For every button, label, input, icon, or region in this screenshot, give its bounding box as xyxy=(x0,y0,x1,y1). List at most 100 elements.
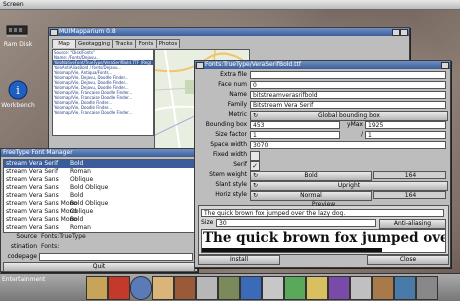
family-label: Family xyxy=(227,101,247,108)
app-icon[interactable] xyxy=(174,276,196,300)
name-field[interactable]: bitstreamverasrifbold xyxy=(250,91,446,99)
mui-window-title: MUIMapparium 0.8 xyxy=(59,28,116,35)
serif-checkbox[interactable]: ✓ xyxy=(250,161,260,171)
app-icon[interactable] xyxy=(152,276,174,300)
app-icon[interactable] xyxy=(218,276,240,300)
metric-cycle[interactable]: ↻ Global bounding box xyxy=(250,111,448,121)
font-family-cell: stream Vera Sans xyxy=(6,224,59,231)
ram-disk-label: Ram Disk xyxy=(3,41,33,48)
close-gadget-icon[interactable] xyxy=(50,29,58,36)
font-manager-window[interactable]: FreeType Font Manager stream Vera Serif B… xyxy=(0,148,198,272)
app-icon[interactable] xyxy=(108,276,130,300)
app-icon[interactable] xyxy=(394,276,416,300)
taskbar: Entertainment xyxy=(0,273,460,301)
table-row[interactable]: stream Vera Sans Bold Oblique xyxy=(4,184,194,192)
font-manager-title-bar[interactable]: FreeType Font Manager xyxy=(1,149,197,157)
anti-aliasing-button[interactable]: Anti-aliasing xyxy=(379,219,446,229)
cycle-icon: ↻ xyxy=(253,182,259,189)
app-icon[interactable] xyxy=(416,276,438,300)
tab-map[interactable]: Map xyxy=(52,39,76,48)
metric-value: Global bounding box xyxy=(318,112,380,119)
zoom-gadget-icon[interactable] xyxy=(400,29,408,36)
svg-text:i: i xyxy=(16,84,20,97)
quit-button[interactable]: Quit xyxy=(3,262,195,272)
install-button[interactable]: Install xyxy=(198,255,280,265)
size-factor-label: Size factor xyxy=(215,131,247,138)
size-factor-field-2[interactable]: 1 xyxy=(365,131,446,139)
space-width-field[interactable]: 3070 xyxy=(250,141,446,149)
font-info-window[interactable]: Fonts:TrueType/VeraSerifBold.ttf Extra f… xyxy=(194,60,451,268)
slant-style-cycle[interactable]: ↻ Upright xyxy=(250,181,448,191)
serif-label: Serif xyxy=(233,161,247,168)
size-field[interactable]: 30 xyxy=(216,219,376,227)
ymax-field[interactable]: 1925 xyxy=(365,121,446,129)
close-button[interactable]: Close xyxy=(367,255,449,265)
mui-list[interactable]: Source: "Disk/Fonts" Name: /Fonts/Dejavu… xyxy=(52,49,154,136)
info-disk-icon: i xyxy=(8,80,28,100)
app-icon[interactable] xyxy=(284,276,306,300)
tab-fonts[interactable]: Fonts xyxy=(135,39,157,48)
font-info-title-bar[interactable]: Fonts:TrueType/VeraSerifBold.ttf xyxy=(195,61,450,69)
table-row[interactable]: stream Vera Sans Mono Oblique xyxy=(4,208,194,216)
globe-icon[interactable] xyxy=(130,276,152,300)
tab-tracks[interactable]: Tracks xyxy=(112,39,136,48)
family-field[interactable]: Bitstream Vera Serif xyxy=(250,101,446,109)
app-icon[interactable] xyxy=(262,276,284,300)
source-value: Fonts:TrueType xyxy=(39,233,189,241)
horiz-style-cycle[interactable]: ↻ Normal xyxy=(250,191,372,201)
destination-value: Fonts: xyxy=(39,243,189,251)
screen-title-bar[interactable]: Screen xyxy=(0,0,460,10)
table-row[interactable]: stream Vera Serif Bold xyxy=(4,160,194,168)
ymin-field[interactable]: 453 xyxy=(250,121,340,129)
ram-disk-icon[interactable]: Ram Disk xyxy=(4,22,32,48)
preview-scrollbar[interactable] xyxy=(202,248,382,252)
font-style-cell: Bold xyxy=(70,216,84,223)
font-style-cell: Bold Oblique xyxy=(70,184,109,191)
app-icon[interactable] xyxy=(196,276,218,300)
font-manager-title: FreeType Font Manager xyxy=(3,149,73,156)
app-icon[interactable] xyxy=(86,276,108,300)
codepage-field[interactable] xyxy=(39,253,193,261)
extra-file-field[interactable] xyxy=(250,71,446,79)
mui-window-title-bar[interactable]: MUIMapparium 0.8 xyxy=(49,28,409,36)
metric-label: Metric xyxy=(228,111,247,118)
stem-weight-cycle[interactable]: ↻ Bold xyxy=(250,171,372,181)
cycle-icon: ↻ xyxy=(253,112,259,119)
face-num-field[interactable]: 0 xyxy=(250,81,446,89)
depth-gadget-icon[interactable] xyxy=(441,62,449,69)
table-row[interactable]: stream Vera Sans Mono Bold xyxy=(4,216,194,224)
face-num-label: Face num xyxy=(218,81,247,88)
table-row[interactable]: stream Vera Sans Mono Bold Oblique xyxy=(4,200,194,208)
app-icon[interactable] xyxy=(350,276,372,300)
source-label: Source xyxy=(16,233,37,240)
size-factor-field[interactable]: 1 xyxy=(250,131,340,139)
table-row[interactable]: stream Vera Serif Roman xyxy=(4,168,194,176)
app-icon[interactable] xyxy=(328,276,350,300)
app-icon[interactable] xyxy=(306,276,328,300)
depth-gadget-icon[interactable] xyxy=(392,29,400,36)
workbench-icon[interactable]: i Workbench xyxy=(1,80,35,110)
horiz-style-number[interactable]: 164 xyxy=(373,191,446,199)
stem-weight-label: Stem weight xyxy=(209,171,247,178)
table-row[interactable]: stream Vera Sans Oblique xyxy=(4,176,194,184)
fixed-width-checkbox[interactable] xyxy=(250,151,260,161)
space-width-label: Space width xyxy=(210,141,247,148)
stem-weight-number[interactable]: 164 xyxy=(373,171,446,179)
tab-photos[interactable]: Photos xyxy=(156,39,180,48)
list-item[interactable]: Yolomap/Vie, Francaise Doodle Finder... xyxy=(53,110,153,115)
size-label: Size xyxy=(201,219,214,226)
close-gadget-icon[interactable] xyxy=(196,62,204,69)
preview-text-field[interactable]: The quick brown fox jumped over the lazy… xyxy=(201,209,444,217)
tab-geotagging[interactable]: Geotagging xyxy=(75,39,113,48)
table-row[interactable]: stream Vera Sans Roman xyxy=(4,224,194,232)
font-style-cell: Bold xyxy=(70,160,84,167)
slant-style-label: Slant style xyxy=(215,181,247,188)
app-icon[interactable] xyxy=(240,276,262,300)
font-list[interactable]: stream Vera Serif Bold stream Vera Serif R… xyxy=(3,159,195,233)
preview-render-area: The quick brown fox jumped over the la xyxy=(201,229,446,253)
font-style-cell: Oblique xyxy=(70,208,94,215)
font-info-title: Fonts:TrueType/VeraSerifBold.ttf xyxy=(205,61,301,68)
font-family-cell: stream Vera Serif xyxy=(6,168,59,175)
app-icon[interactable] xyxy=(372,276,394,300)
table-row[interactable]: stream Vera Sans Bold xyxy=(4,192,194,200)
